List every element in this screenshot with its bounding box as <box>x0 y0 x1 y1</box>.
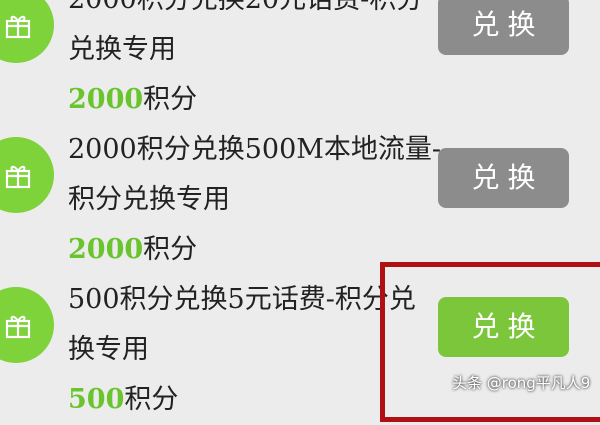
redeem-button[interactable]: 兑换 <box>438 148 569 208</box>
item-points: 2000积分 <box>68 75 197 125</box>
item-points: 2000积分 <box>68 225 197 275</box>
item-title-line: 2000积分兑换500M本地流量- <box>68 134 442 165</box>
points-unit: 积分 <box>143 234 198 265</box>
gift-icon-glyph <box>5 15 31 39</box>
gift-icon <box>0 287 54 363</box>
gift-icon <box>0 137 54 213</box>
redeem-button[interactable]: 兑换 <box>438 0 569 55</box>
item-title: 2000积分兑换20元话费-积分 兑换专用 <box>68 0 448 75</box>
item-title: 2000积分兑换500M本地流量- 积分兑换专用 <box>68 125 448 225</box>
gift-icon <box>0 0 54 63</box>
watermark: 头条 @rong平凡人9 <box>452 374 591 392</box>
item-title-line: 2000积分兑换20元话费-积分 <box>68 0 448 25</box>
points-value: 2000 <box>68 84 144 115</box>
points-unit: 积分 <box>143 84 198 115</box>
gift-icon-glyph <box>5 315 31 339</box>
item-points: 500积分 <box>68 375 178 425</box>
gift-icon-glyph <box>5 165 31 189</box>
item-title-line: 积分兑换专用 <box>68 184 230 215</box>
item-title-line: 兑换专用 <box>68 34 176 65</box>
list-item-20yuan-credit: 2000积分兑换20元话费-积分 兑换专用 2000积分 兑换 <box>0 0 600 125</box>
highlight-annotation-box <box>380 262 600 422</box>
list-item-500m-data: 2000积分兑换500M本地流量- 积分兑换专用 2000积分 兑换 <box>0 125 600 275</box>
points-value: 2000 <box>68 234 144 265</box>
